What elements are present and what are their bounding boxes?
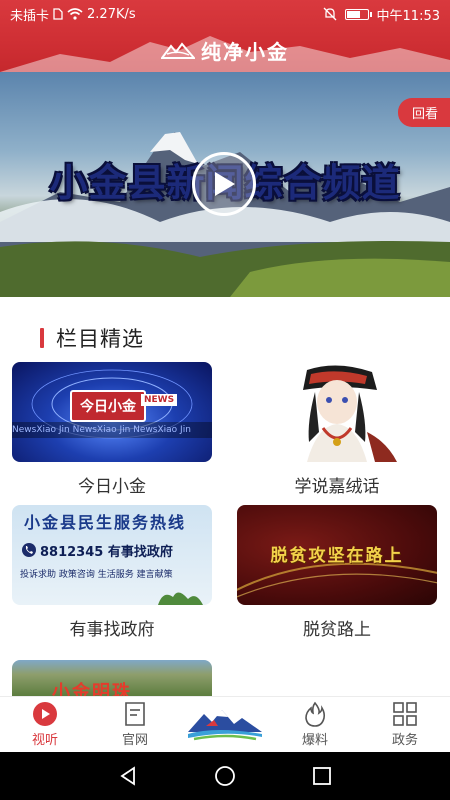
wifi-icon: [67, 8, 83, 20]
network-speed: 2.27K/s: [87, 6, 136, 22]
section-accent-bar: [40, 328, 44, 348]
program-card-xueshuo-jiarong[interactable]: 学说嘉绒话: [237, 362, 437, 497]
program-thumbnail[interactable]: [237, 362, 437, 462]
phone-icon: [22, 543, 36, 557]
tab-guanwang[interactable]: 官网: [90, 697, 180, 752]
program-label[interactable]: 学说嘉绒话: [237, 472, 437, 497]
live-video-player[interactable]: 小金县新闻综合频道 回看: [0, 72, 450, 297]
app-header: 未插卡 2.27K/s 中午11:53 纯净小金: [0, 0, 450, 72]
hotline-number: 8812345 有事找政府: [40, 545, 173, 560]
system-navigation-bar: [0, 752, 450, 800]
sim-icon: [53, 8, 63, 20]
program-label[interactable]: 脱贫路上: [237, 615, 437, 640]
bottom-tab-bar: 视听 官网 爆料 政务: [0, 696, 450, 752]
plant-decoration: [158, 592, 203, 605]
tab-zhengwu[interactable]: 政务: [360, 697, 450, 752]
program-logo-text: 今日小金: [70, 390, 146, 422]
home-icon[interactable]: [214, 765, 236, 787]
flame-icon: [305, 701, 326, 727]
replay-button[interactable]: 回看: [397, 98, 450, 127]
program-label[interactable]: 今日小金: [12, 472, 212, 497]
mountain-logo-icon: [188, 709, 262, 740]
play-icon: [215, 172, 235, 196]
program-card-youshi-zhao-zhengfu[interactable]: 小金县民生服务热线 8812345 有事找政府 投诉求助 政策咨询 生活服务 建…: [12, 505, 212, 640]
grid-icon: [393, 702, 417, 726]
tab-baoliao[interactable]: 爆料: [270, 697, 360, 752]
document-icon: [125, 702, 145, 726]
section-header: 栏目精选: [40, 323, 144, 353]
program-card-tuopin-lushang[interactable]: 脱贫攻坚在路上 脱贫路上: [237, 505, 437, 640]
clock: 中午11:53: [376, 8, 440, 24]
tab-label: 政务: [391, 733, 418, 748]
app-title-text: 纯净小金: [201, 40, 289, 64]
tab-label: 视听: [31, 733, 58, 748]
back-icon[interactable]: [118, 766, 138, 786]
program-banner-text: 小金明珠: [52, 682, 132, 696]
tab-label: 官网: [121, 733, 148, 748]
section-title: 栏目精选: [56, 327, 144, 351]
program-banner-text: 脱贫攻坚在路上: [270, 546, 404, 566]
hotline-title: 小金县民生服务热线: [24, 513, 187, 532]
hotline-services: 投诉求助 政策咨询 生活服务 建言献策: [20, 570, 173, 580]
news-badge: NEWS: [141, 394, 178, 406]
battery-icon: [344, 8, 372, 20]
news-ticker: NewsXiao Jin NewsXiao Jin NewsXiao Jin: [12, 422, 212, 438]
app-title: 纯净小金: [0, 36, 450, 65]
tab-label: 爆料: [301, 733, 328, 748]
program-thumbnail[interactable]: 小金县民生服务热线 8812345 有事找政府 投诉求助 政策咨询 生活服务 建…: [12, 505, 212, 605]
play-button[interactable]: [192, 152, 256, 216]
program-card-partial[interactable]: 小金明珠: [12, 660, 212, 696]
tab-shiting[interactable]: 视听: [0, 697, 90, 752]
carrier-text: 未插卡: [10, 8, 50, 24]
program-thumbnail[interactable]: 脱贫攻坚在路上: [237, 505, 437, 605]
program-card-jinri-xiaojin[interactable]: 今日小金 NEWS NewsXiao Jin NewsXiao Jin News…: [12, 362, 212, 497]
program-thumbnail[interactable]: 小金明珠: [12, 660, 212, 696]
app-logo-icon: [161, 41, 195, 59]
mute-bell-icon: [323, 7, 336, 21]
program-thumbnail[interactable]: 今日小金 NEWS NewsXiao Jin NewsXiao Jin News…: [12, 362, 212, 462]
tibetan-girl-illustration: [303, 365, 397, 462]
play-circle-icon: [33, 702, 57, 726]
tab-home-logo[interactable]: [180, 697, 270, 752]
recent-apps-icon[interactable]: [312, 766, 332, 786]
program-label[interactable]: 有事找政府: [12, 615, 212, 640]
status-bar: 未插卡 2.27K/s 中午11:53: [0, 0, 450, 28]
